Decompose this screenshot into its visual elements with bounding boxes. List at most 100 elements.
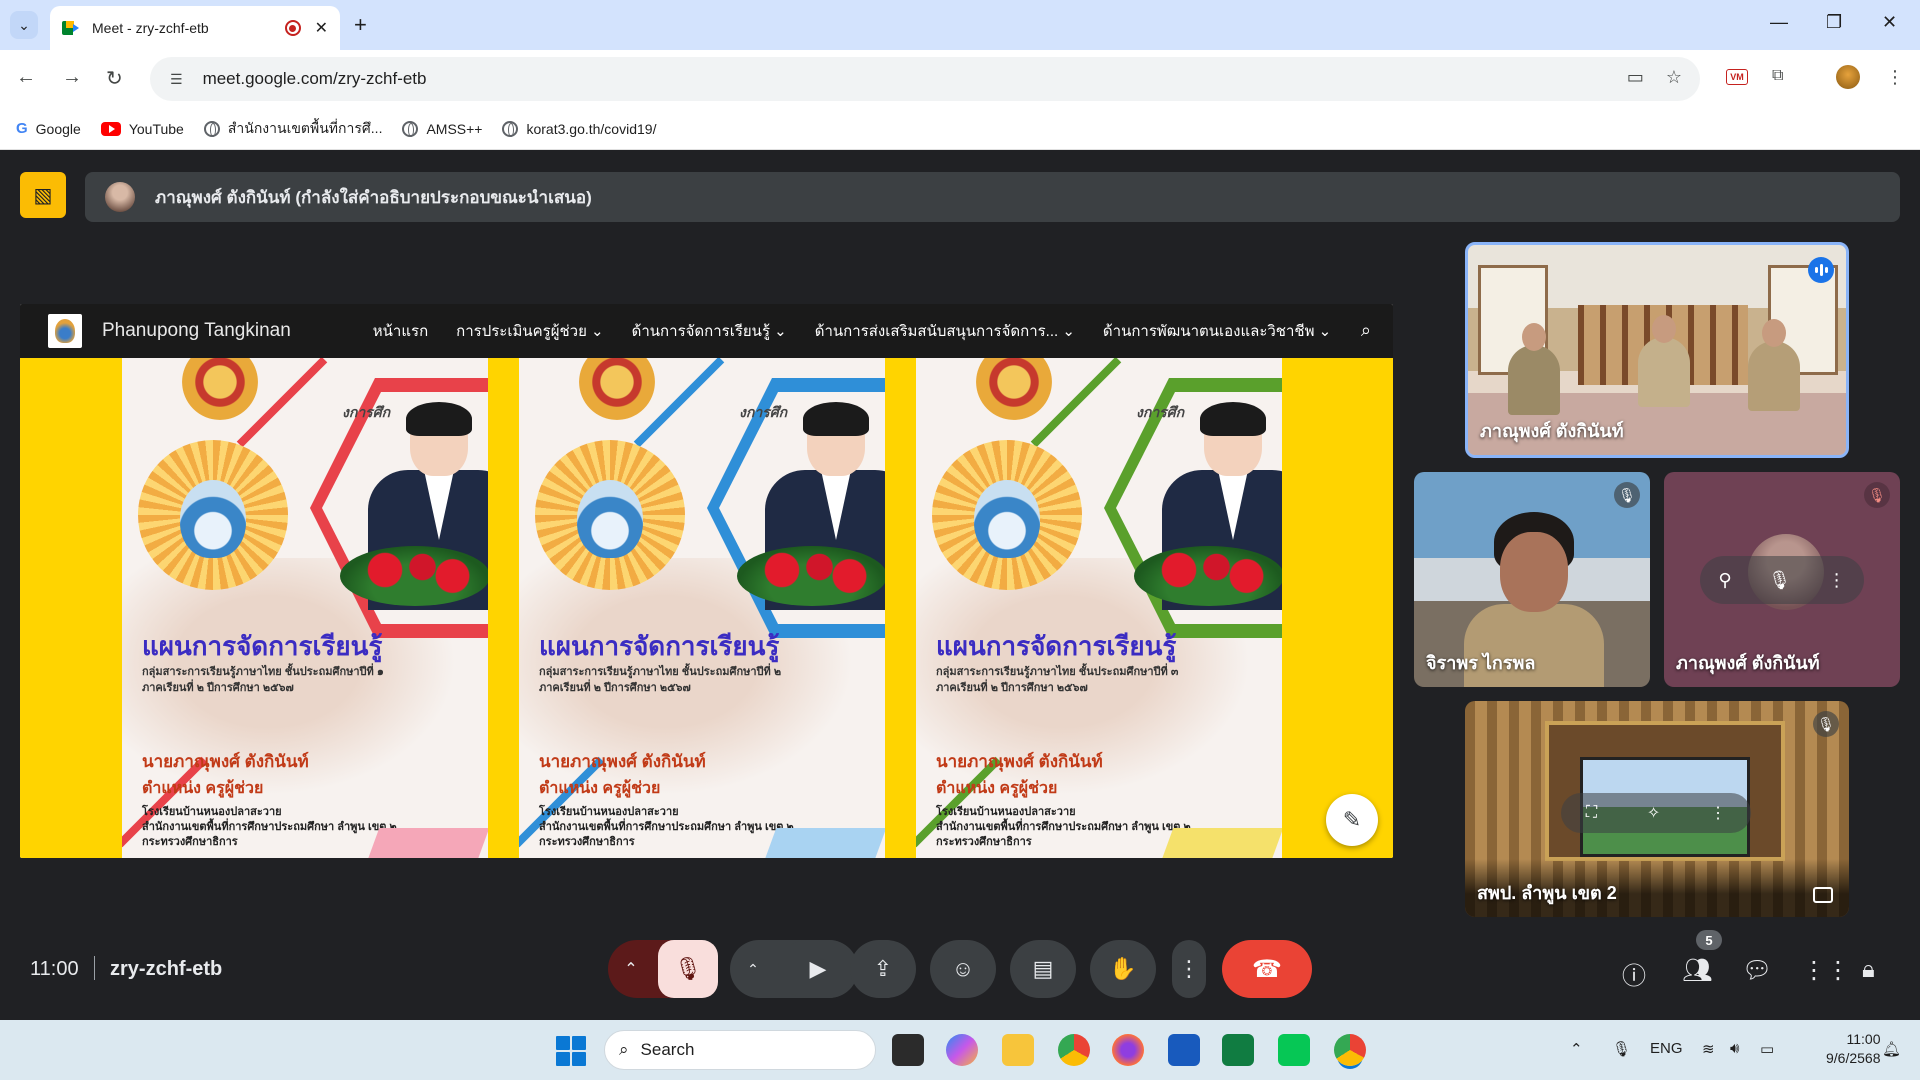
meeting-info-icon[interactable]: ⓘ <box>1622 956 1646 991</box>
annotate-pencil-button[interactable]: ✎ <box>1326 794 1378 846</box>
chrome-icon[interactable] <box>1058 1034 1090 1066</box>
speaking-indicator-icon <box>1808 257 1834 283</box>
people-icon[interactable]: 👥︎ <box>1682 956 1712 985</box>
forward-arrow-icon[interactable]: → <box>62 66 82 89</box>
activities-icon[interactable]: ⋮⋮ <box>1802 956 1850 985</box>
extensions-puzzle-icon[interactable]: ⧉ <box>1772 67 1783 85</box>
site-menu-assessment[interactable]: การประเมินครูผู้ช่วย ⌄ <box>456 319 603 343</box>
tab-search-button[interactable]: ⌄ <box>10 11 38 39</box>
search-icon[interactable]: ⌕ <box>1361 320 1371 341</box>
reload-icon[interactable]: ↻ <box>106 66 123 91</box>
battery-icon[interactable]: ▭ <box>1760 1040 1774 1058</box>
effects-icon[interactable]: ✧ <box>1647 803 1660 823</box>
toggle-camera-button[interactable]: ▶ <box>778 940 858 998</box>
globe-icon <box>502 120 519 137</box>
site-menu-learning[interactable]: ด้านการจัดการเรียนรู้ ⌄ <box>632 319 787 343</box>
poster-term: ภาคเรียนที่ ๒ ปีการศึกษา ๒๕๖๗ <box>539 682 691 694</box>
raise-hand-button[interactable]: ✋ <box>1090 940 1156 998</box>
presented-screen[interactable]: Phanupong Tangkinan หน้าแรก การประเมินคร… <box>20 304 1393 858</box>
mic-off-icon: 🎙︎ <box>674 956 702 981</box>
bookmark-youtube[interactable]: YouTube <box>100 121 184 137</box>
wifi-icon[interactable]: ≋ <box>1702 1040 1715 1058</box>
meeting-clock: 11:00 <box>30 958 79 980</box>
more-options-button[interactable]: ⋮ <box>1172 940 1206 998</box>
tile-hover-controls: ⛶ ✧ ⋮ <box>1561 793 1751 833</box>
profile-avatar[interactable] <box>1836 65 1860 89</box>
pin-icon[interactable]: ⚲ <box>1718 570 1731 591</box>
volume-icon[interactable]: 🔊︎ <box>1730 1040 1739 1057</box>
camera-in-use-icon[interactable]: ▭ <box>1627 67 1644 88</box>
mic-off-icon: 🎙︎ <box>1864 482 1890 508</box>
chevron-up-icon: ⌃ <box>624 961 638 978</box>
url-text[interactable]: meet.google.com/zry-zchf-etb <box>203 69 427 89</box>
chat-icon[interactable]: 💬︎ <box>1742 956 1772 985</box>
input-language[interactable]: ENG <box>1650 1040 1683 1057</box>
site-settings-icon[interactable]: ☰ <box>170 71 183 88</box>
pip-icon[interactable] <box>1813 887 1833 903</box>
poster-teacher-name: นายภาณุพงศ์ ตังกินันท์ <box>142 752 309 771</box>
captions-button[interactable]: ▤ <box>1010 940 1076 998</box>
participant-tile[interactable]: 🎙︎ จิราพร ไกรพล <box>1414 472 1650 687</box>
recording-icon <box>284 20 301 36</box>
show-hidden-icons-chevron-icon[interactable]: ⌃ <box>1570 1040 1583 1058</box>
word-icon[interactable] <box>1168 1034 1200 1066</box>
presenter-banner: ภาณุพงศ์ ตังกินันท์ (กำลังใส่คำอธิบายประ… <box>85 172 1900 222</box>
restore-icon[interactable]: ❐ <box>1826 12 1842 33</box>
minimize-icon[interactable]: — <box>1770 12 1788 33</box>
firefox-icon[interactable] <box>1112 1034 1144 1066</box>
host-controls-icon[interactable]: 🔒︎ <box>1862 956 1875 984</box>
microphone-tray-icon[interactable]: 🎙︎ <box>1612 1040 1631 1058</box>
participant-name: จิราพร ไกรพล <box>1426 653 1536 673</box>
reactions-button[interactable]: ☺ <box>930 940 996 998</box>
chrome-active-icon[interactable] <box>1334 1034 1366 1066</box>
camera-icon: ▶ <box>809 956 827 981</box>
file-explorer-icon[interactable] <box>1002 1034 1034 1066</box>
windows-start-icon[interactable] <box>556 1036 586 1066</box>
bookmark-amss[interactable]: AMSS++ <box>402 120 482 137</box>
present-screen-button[interactable]: ⇪ <box>850 940 916 998</box>
bookmark-korat3[interactable]: korat3.go.th/covid19/ <box>502 120 656 137</box>
back-arrow-icon[interactable]: ← <box>16 66 36 89</box>
toggle-mic-button[interactable]: 🎙︎ <box>658 940 718 998</box>
taskbar-time: 11:00 <box>1846 1031 1881 1047</box>
bookmark-star-icon[interactable]: ☆ <box>1666 67 1682 88</box>
browser-tab-meet[interactable]: Meet - zry-zchf-etb ✕ <box>50 6 340 50</box>
chevron-down-icon: ⌄ <box>18 16 30 33</box>
copilot-icon[interactable] <box>946 1034 978 1066</box>
avatar <box>105 182 135 212</box>
meet-stage: ▧ ภาณุพงศ์ ตังกินันท์ (กำลังใส่คำอธิบายป… <box>0 150 1920 1020</box>
task-view-icon[interactable] <box>892 1034 924 1066</box>
site-title[interactable]: Phanupong Tangkinan <box>102 320 291 342</box>
participant-tile[interactable]: ⚲ 🎙︎ ⋮ 🎙︎ ภาณุพงศ์ ตังกินันท์ <box>1664 472 1900 687</box>
more-options-icon[interactable]: ⋮ <box>1828 570 1846 591</box>
site-menu-support[interactable]: ด้านการส่งเสริมสนับสนุนการจัดการ... ⌄ <box>815 319 1075 343</box>
participant-tile[interactable]: ภาณุพงศ์ ตังกินันท์ <box>1465 242 1849 458</box>
address-bar[interactable]: ☰ meet.google.com/zry-zchf-etb ▭ ☆ <box>150 57 1700 101</box>
taskbar-clock[interactable]: 11:00 9/6/2568 <box>1826 1030 1881 1068</box>
vm-extension-icon[interactable]: VM <box>1726 69 1748 85</box>
bookmark-google[interactable]: G Google <box>16 120 81 137</box>
school-emblem-icon <box>579 358 655 420</box>
poster-card: งการศึก แผนการจัดการเรียนรู้ กลุ่มสาระกา… <box>122 358 488 858</box>
participant-name: สพป. ลำพูน เขต 2 <box>1477 883 1617 903</box>
browser-menu-icon[interactable]: ⋮ <box>1886 67 1904 88</box>
more-options-icon[interactable]: ⋮ <box>1710 803 1726 823</box>
participant-tile[interactable]: ⛶ ✧ ⋮ 🎙︎ สพป. ลำพูน เขต 2 <box>1465 701 1849 917</box>
notifications-icon[interactable]: 🔔︎ <box>1882 1040 1901 1058</box>
mute-participant-icon[interactable]: 🎙︎ <box>1768 570 1791 591</box>
stop-presenting-button[interactable]: ▧ <box>20 172 66 218</box>
leave-call-button[interactable]: ☎ <box>1222 940 1312 998</box>
site-menu-development[interactable]: ด้านการพัฒนาตนเองและวิชาชีพ ⌄ <box>1103 319 1331 343</box>
new-tab-button[interactable]: + <box>354 12 367 38</box>
close-tab-icon[interactable]: ✕ <box>315 18 328 38</box>
taskbar-search[interactable]: ⌕ Search <box>604 1030 876 1070</box>
excel-icon[interactable] <box>1222 1034 1254 1066</box>
bookmark-esa-office[interactable]: สำนักงานเขตพื้นที่การศึ... <box>203 118 382 140</box>
site-menu-home[interactable]: หน้าแรก <box>373 319 428 343</box>
browser-toolbar: ← → ↻ ☰ meet.google.com/zry-zchf-etb ▭ ☆… <box>0 50 1920 108</box>
site-logo[interactable] <box>48 314 82 348</box>
poster-teacher-name: นายภาณุพงศ์ ตังกินันท์ <box>539 752 706 771</box>
window-close-icon[interactable]: ✕ <box>1882 12 1897 33</box>
frame-icon[interactable]: ⛶ <box>1586 804 1597 822</box>
line-icon[interactable] <box>1278 1034 1310 1066</box>
